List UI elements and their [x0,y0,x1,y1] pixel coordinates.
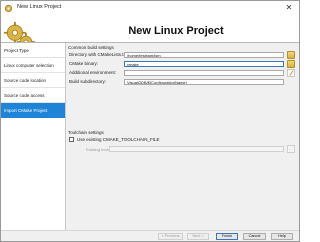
browse-toolchain-button[interactable]: … [287,145,295,153]
browse-folder-icon[interactable] [287,60,295,68]
cancel-button[interactable]: Cancel [243,233,266,240]
next-button[interactable]: Next > [187,233,209,240]
finish-button[interactable]: Finish [216,233,238,240]
sidebar-item-source-code-access[interactable]: Source code access [1,88,65,103]
existing-toolchain-input[interactable] [109,146,284,152]
cmake-binary-label: CMake binary: [69,61,99,66]
toolchain-settings-heading: Toolchain settings [68,130,104,135]
sidebar-item-import-cmake-project[interactable]: Import CMake Project [1,103,65,118]
build-subdirectory-input[interactable]: VisualGDB/$(ConfigurationName) [124,79,284,85]
edit-pencil-icon[interactable] [287,69,295,77]
sidebar: Project Type Linux computer selection So… [1,43,66,231]
page-title: New Linux Project [128,25,224,37]
use-existing-toolchain-checkbox[interactable] [69,137,74,142]
sidebar-item-project-type[interactable]: Project Type [1,43,65,58]
cmake-binary-input[interactable]: cmake [124,61,284,67]
window-title: New Linux Project [17,4,62,10]
browse-folder-icon[interactable] [287,51,295,59]
help-button[interactable]: Help [271,233,293,240]
common-build-settings-heading: Common build settings [68,45,114,50]
cmakelists-dir-input[interactable]: /home/tesleam/jsm [124,52,284,58]
footer-divider [1,230,299,231]
additional-environment-input[interactable] [124,70,284,76]
use-existing-toolchain-label: Use existing CMAKE_TOOLCHAIN_FILE [77,137,160,142]
title-bar: New Linux Project ✕ [1,1,299,16]
previous-button[interactable]: < Previous [158,233,183,240]
app-gear-icon [4,4,13,13]
main-panel: Common build settings Directory with CMa… [66,43,299,231]
close-icon: ✕ [285,3,293,12]
sidebar-item-linux-computer-selection[interactable]: Linux computer selection [1,58,65,73]
sidebar-item-source-code-location[interactable]: Source code location [1,73,65,88]
close-button[interactable]: ✕ [284,3,294,13]
cmakelists-dir-label: Directory with CMakeLists.txt: [69,52,129,57]
build-subdirectory-label: Build subdirectory: [69,79,107,84]
dialog-window: New Linux Project ✕ New Linux Project Pr… [0,0,300,242]
additional-environment-label: Additional environment: [69,70,117,75]
